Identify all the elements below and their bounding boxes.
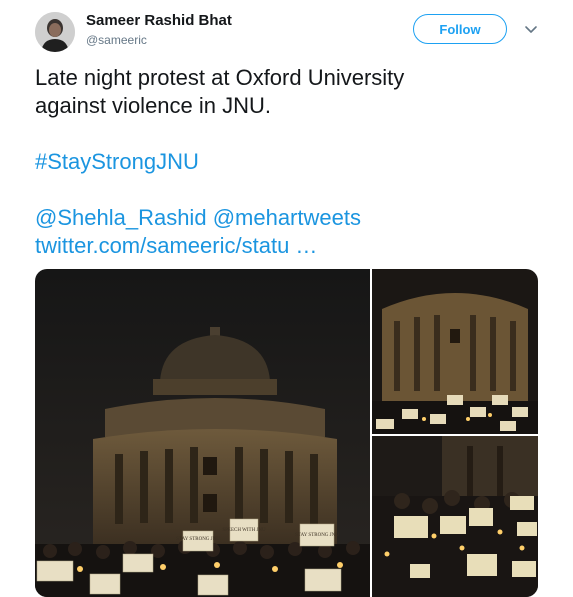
chevron-down-icon[interactable]: [524, 22, 538, 36]
display-name[interactable]: Sameer Rashid Bhat: [86, 12, 232, 30]
follow-button[interactable]: Follow: [413, 14, 507, 44]
user-handle[interactable]: @sameeric: [86, 32, 232, 48]
tweet-url-link[interactable]: twitter.com/sameeric/statu …: [35, 232, 545, 260]
tweet-line-1: Late night protest at Oxford University: [35, 65, 405, 90]
sign-text-3: STAY STRONG JNU: [295, 533, 339, 538]
sign-text-1: STAY STRONG JNU: [176, 537, 220, 542]
tweet-text: Late night protest at Oxford University …: [35, 64, 545, 260]
avatar[interactable]: [35, 12, 75, 52]
tweet-header: Sameer Rashid Bhat @sameeric Follow: [0, 0, 573, 60]
mention-link-2[interactable]: @mehartweets: [213, 205, 361, 230]
sign-text-2: SPEECH WITH JNU: [222, 528, 266, 533]
photo-main[interactable]: STAY STRONG JNU SPEECH WITH JNU STAY STR…: [35, 269, 370, 597]
media-grid: STAY STRONG JNU SPEECH WITH JNU STAY STR…: [35, 269, 538, 597]
user-names: Sameer Rashid Bhat @sameeric: [86, 12, 232, 48]
mention-link-1[interactable]: @Shehla_Rashid: [35, 205, 207, 230]
photo-bottom-right[interactable]: [372, 436, 538, 597]
photo-top-right[interactable]: [372, 269, 538, 434]
tweet-line-2: against violence in JNU.: [35, 93, 272, 118]
hashtag-link[interactable]: #StayStrongJNU: [35, 148, 545, 176]
